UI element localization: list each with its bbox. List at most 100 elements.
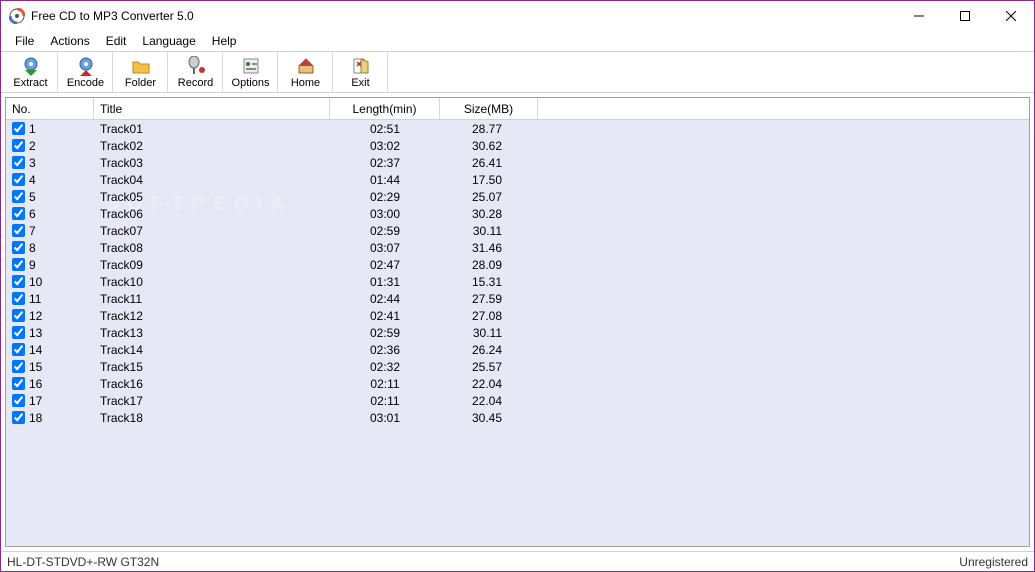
track-length: 02:44 [330, 292, 440, 306]
track-checkbox[interactable] [12, 190, 25, 203]
track-row[interactable]: 6Track0603:0030.28 [6, 205, 1029, 222]
menu-language[interactable]: Language [134, 33, 203, 49]
track-no: 4 [29, 173, 36, 187]
track-no: 1 [29, 122, 36, 136]
track-checkbox[interactable] [12, 173, 25, 186]
track-checkbox[interactable] [12, 122, 25, 135]
track-no: 12 [29, 309, 42, 323]
track-length: 02:37 [330, 156, 440, 170]
track-checkbox[interactable] [12, 139, 25, 152]
track-length: 03:00 [330, 207, 440, 221]
track-no: 18 [29, 411, 42, 425]
track-checkbox[interactable] [12, 377, 25, 390]
app-icon [9, 8, 25, 24]
track-checkbox[interactable] [12, 411, 25, 424]
minimize-button[interactable] [896, 1, 942, 31]
track-checkbox[interactable] [12, 394, 25, 407]
menu-file[interactable]: File [7, 33, 42, 49]
extract-icon [21, 56, 41, 76]
home-button[interactable]: Home [278, 52, 333, 92]
track-no: 16 [29, 377, 42, 391]
track-row[interactable]: 5Track0502:2925.07 [6, 188, 1029, 205]
track-checkbox[interactable] [12, 309, 25, 322]
menu-actions[interactable]: Actions [42, 33, 97, 49]
track-checkbox[interactable] [12, 224, 25, 237]
options-button[interactable]: Options [223, 52, 278, 92]
track-title: Track01 [94, 122, 330, 136]
track-size: 30.28 [440, 207, 538, 221]
menubar: File Actions Edit Language Help [1, 31, 1034, 51]
track-size: 30.45 [440, 411, 538, 425]
track-row[interactable]: 10Track1001:3115.31 [6, 273, 1029, 290]
track-title: Track06 [94, 207, 330, 221]
exit-icon [351, 56, 371, 76]
track-checkbox[interactable] [12, 207, 25, 220]
track-title: Track09 [94, 258, 330, 272]
close-button[interactable] [988, 1, 1034, 31]
track-size: 31.46 [440, 241, 538, 255]
list-body: 1Track0102:5128.772Track0203:0230.623Tra… [6, 120, 1029, 546]
track-row[interactable]: 17Track1702:1122.04 [6, 392, 1029, 409]
track-row[interactable]: 4Track0401:4417.50 [6, 171, 1029, 188]
track-no: 14 [29, 343, 42, 357]
track-row[interactable]: 2Track0203:0230.62 [6, 137, 1029, 154]
track-row[interactable]: 11Track1102:4427.59 [6, 290, 1029, 307]
record-button[interactable]: Record [168, 52, 223, 92]
track-row[interactable]: 8Track0803:0731.46 [6, 239, 1029, 256]
track-length: 01:31 [330, 275, 440, 289]
track-row[interactable]: 3Track0302:3726.41 [6, 154, 1029, 171]
track-row[interactable]: 15Track1502:3225.57 [6, 358, 1029, 375]
extract-label: Extract [13, 77, 47, 89]
track-row[interactable]: 7Track0702:5930.11 [6, 222, 1029, 239]
content-area: SOFTPEDIA No. Title Length(min) Size(MB)… [1, 93, 1034, 551]
track-list[interactable]: SOFTPEDIA No. Title Length(min) Size(MB)… [5, 97, 1030, 547]
track-checkbox[interactable] [12, 343, 25, 356]
track-checkbox[interactable] [12, 275, 25, 288]
track-title: Track15 [94, 360, 330, 374]
col-header-title[interactable]: Title [94, 98, 330, 119]
encode-button[interactable]: Encode [58, 52, 113, 92]
track-size: 25.57 [440, 360, 538, 374]
track-title: Track17 [94, 394, 330, 408]
maximize-button[interactable] [942, 1, 988, 31]
record-label: Record [178, 77, 213, 89]
track-title: Track04 [94, 173, 330, 187]
track-row[interactable]: 9Track0902:4728.09 [6, 256, 1029, 273]
track-checkbox[interactable] [12, 292, 25, 305]
track-row[interactable]: 16Track1602:1122.04 [6, 375, 1029, 392]
track-row[interactable]: 18Track1803:0130.45 [6, 409, 1029, 426]
track-length: 02:11 [330, 377, 440, 391]
track-row[interactable]: 13Track1302:5930.11 [6, 324, 1029, 341]
col-header-no[interactable]: No. [6, 98, 94, 119]
menu-help[interactable]: Help [204, 33, 245, 49]
track-title: Track05 [94, 190, 330, 204]
track-checkbox[interactable] [12, 156, 25, 169]
track-checkbox[interactable] [12, 326, 25, 339]
track-title: Track16 [94, 377, 330, 391]
track-no: 17 [29, 394, 42, 408]
folder-button[interactable]: Folder [113, 52, 168, 92]
toolbar: Extract Encode Folder Record Options Hom… [1, 51, 1034, 93]
exit-button[interactable]: Exit [333, 52, 388, 92]
track-checkbox[interactable] [12, 360, 25, 373]
track-size: 26.24 [440, 343, 538, 357]
track-row[interactable]: 1Track0102:5128.77 [6, 120, 1029, 137]
track-title: Track03 [94, 156, 330, 170]
track-row[interactable]: 14Track1402:3626.24 [6, 341, 1029, 358]
track-length: 03:07 [330, 241, 440, 255]
extract-button[interactable]: Extract [3, 52, 58, 92]
col-header-length[interactable]: Length(min) [330, 98, 440, 119]
track-size: 26.41 [440, 156, 538, 170]
track-checkbox[interactable] [12, 241, 25, 254]
track-row[interactable]: 12Track1202:4127.08 [6, 307, 1029, 324]
encode-icon [76, 56, 96, 76]
statusbar: HL-DT-STDVD+-RW GT32N Unregistered [1, 551, 1034, 571]
track-no: 5 [29, 190, 36, 204]
menu-edit[interactable]: Edit [98, 33, 135, 49]
window-controls [896, 1, 1034, 31]
track-checkbox[interactable] [12, 258, 25, 271]
track-title: Track11 [94, 292, 330, 306]
status-drive: HL-DT-STDVD+-RW GT32N [7, 555, 159, 569]
track-length: 03:02 [330, 139, 440, 153]
col-header-size[interactable]: Size(MB) [440, 98, 538, 119]
